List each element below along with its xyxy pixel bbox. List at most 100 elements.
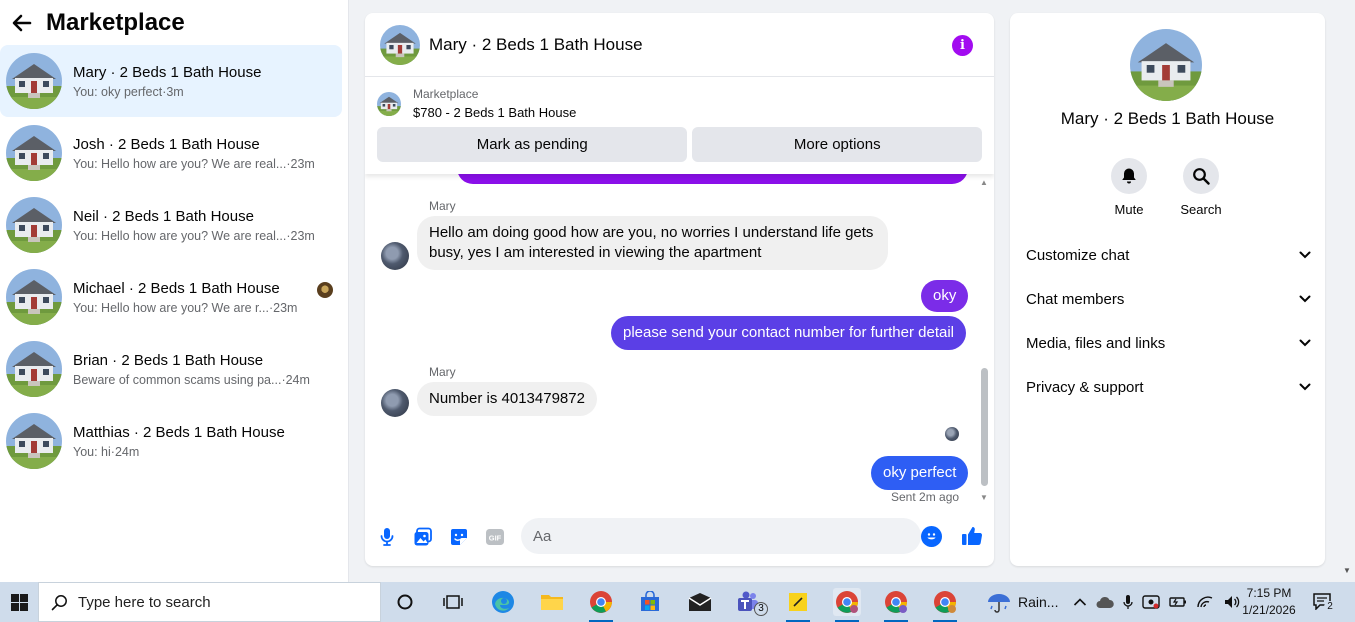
conversation-item[interactable]: Matthias · 2 Beds 1 Bath House You: hi ·2…: [0, 405, 342, 477]
message-composer: GIF: [365, 517, 994, 557]
conversation-item[interactable]: Josh · 2 Beds 1 Bath House You: Hello ho…: [0, 117, 342, 189]
house-avatar: [6, 341, 62, 397]
conversation-time: ·23m: [286, 156, 315, 171]
sticky-notes-icon[interactable]: [784, 588, 812, 622]
battery-icon[interactable]: [1169, 595, 1187, 609]
chrome-profile-icon[interactable]: [882, 588, 910, 622]
file-explorer-icon[interactable]: [538, 588, 566, 616]
security-camera-icon[interactable]: [1142, 594, 1160, 610]
cortana-icon[interactable]: [391, 588, 419, 616]
listing-price-title[interactable]: $780 - 2 Beds 1 Bath House: [413, 105, 576, 120]
conversation-item[interactable]: Neil · 2 Beds 1 Bath House You: Hello ho…: [0, 189, 342, 261]
conversation-time: ·23m: [268, 300, 298, 315]
scroll-down-arrow-icon[interactable]: ▼: [980, 493, 988, 502]
thumbs-up-icon[interactable]: [961, 525, 983, 552]
previous-message-bubble: [457, 174, 968, 184]
mute-label: Mute: [1114, 202, 1144, 217]
chevron-down-icon: [1299, 339, 1311, 347]
house-avatar: [6, 413, 62, 469]
chevron-up-icon[interactable]: [1073, 597, 1087, 607]
house-avatar: [6, 53, 62, 109]
edge-browser-icon[interactable]: [489, 588, 517, 616]
notification-center[interactable]: 2: [1312, 592, 1336, 613]
search-label: Search: [1180, 202, 1222, 217]
microphone-icon[interactable]: [377, 527, 397, 547]
chat-title[interactable]: Mary · 2 Beds 1 Bath House: [429, 35, 643, 55]
seen-avatar: [945, 427, 959, 441]
task-view-icon[interactable]: [439, 588, 467, 616]
customize-chat-section[interactable]: Customize chat: [1026, 240, 1311, 270]
chat-panel: Mary · 2 Beds 1 Bath House i Marketplace…: [365, 13, 994, 566]
conversation-preview: You: Hello how are you? We are real...: [73, 228, 287, 243]
sender-name: Mary: [429, 199, 456, 213]
scroll-up-arrow-icon[interactable]: ▲: [980, 178, 988, 187]
conversation-item[interactable]: Brian · 2 Beds 1 Bath House Beware of co…: [0, 333, 342, 405]
chat-members-section[interactable]: Chat members: [1026, 284, 1311, 314]
conversation-name: Mary · 2 Beds 1 Bath House: [73, 63, 262, 81]
scroll-thumb[interactable]: [981, 368, 988, 486]
more-options-button[interactable]: More options: [692, 127, 982, 162]
sent-status: Sent 2m ago: [891, 490, 960, 504]
conversation-item[interactable]: Mary · 2 Beds 1 Bath House You: oky perf…: [0, 45, 342, 117]
gif-icon[interactable]: GIF: [485, 527, 505, 547]
system-tray: [1073, 582, 1241, 622]
sender-name: Mary: [429, 365, 456, 379]
chrome-icon[interactable]: [587, 588, 615, 622]
sidebar-title: Marketplace: [46, 9, 185, 36]
info-icon[interactable]: i: [952, 35, 973, 56]
contact-avatar[interactable]: [381, 242, 409, 270]
conversation-sidebar: Marketplace Mary · 2 Beds 1 Bath House Y…: [0, 0, 349, 582]
wifi-icon[interactable]: [1196, 595, 1214, 609]
conversation-name: Josh · 2 Beds 1 Bath House: [73, 135, 260, 153]
bell-icon: [1122, 168, 1136, 184]
conversation-time: ·3m: [162, 84, 184, 99]
message-scrollbar[interactable]: ▲ ▼: [980, 178, 988, 502]
microsoft-store-icon[interactable]: [636, 588, 664, 616]
search-icon: [1193, 168, 1210, 185]
chat-header: Mary · 2 Beds 1 Bath House i: [365, 13, 994, 77]
house-avatar[interactable]: [380, 25, 420, 65]
back-arrow-icon[interactable]: [10, 11, 34, 35]
mute-button[interactable]: Mute: [1099, 158, 1159, 217]
conversation-item[interactable]: Michael · 2 Beds 1 Bath House You: Hello…: [0, 261, 342, 333]
onedrive-icon[interactable]: [1096, 595, 1114, 609]
microphone-icon[interactable]: [1123, 594, 1133, 610]
outgoing-message: oky perfect: [871, 456, 969, 490]
chrome-profile-icon[interactable]: [931, 588, 959, 622]
conversation-time: ·23m: [286, 228, 315, 243]
mark-pending-button[interactable]: Mark as pending: [377, 127, 688, 162]
privacy-support-section[interactable]: Privacy & support: [1026, 372, 1311, 402]
listing-thumbnail[interactable]: [377, 92, 401, 116]
conversation-time: ·24m: [281, 372, 310, 387]
taskbar-clock[interactable]: 7:15 PM 1/21/2026: [1236, 585, 1302, 619]
photo-icon[interactable]: [413, 527, 433, 547]
windows-start-icon[interactable]: [0, 582, 38, 622]
section-label: Chat members: [1026, 290, 1125, 308]
taskbar-search-box[interactable]: Type here to search: [38, 582, 381, 622]
clock-date: 1/21/2026: [1242, 603, 1296, 617]
outgoing-message: oky: [921, 280, 969, 312]
message-input[interactable]: [521, 518, 921, 554]
emoji-icon[interactable]: [921, 526, 942, 547]
section-label: Privacy & support: [1026, 378, 1144, 396]
mail-icon[interactable]: [686, 588, 714, 616]
conversation-preview: Beware of common scams using pa...: [73, 372, 282, 387]
weather-widget[interactable]: Rain...: [986, 582, 1058, 622]
chrome-profile-icon[interactable]: [833, 588, 861, 622]
teams-icon[interactable]: 3: [734, 588, 768, 616]
page-scroll-down-arrow-icon[interactable]: ▼: [1343, 566, 1351, 575]
search-button[interactable]: Search: [1171, 158, 1231, 217]
umbrella-rain-icon: [988, 594, 1010, 613]
conversation-preview: You: Hello how are you? We are r...: [73, 300, 269, 315]
conversation-preview: You: Hello how are you? We are real...: [73, 156, 287, 171]
incoming-message: Hello am doing good how are you, no worr…: [417, 216, 888, 270]
teams-badge: 3: [754, 602, 768, 616]
sticker-icon[interactable]: [449, 527, 469, 547]
contact-avatar[interactable]: [381, 389, 409, 417]
media-files-section[interactable]: Media, files and links: [1026, 328, 1311, 358]
house-avatar[interactable]: [1130, 29, 1202, 101]
chevron-down-icon: [1299, 383, 1311, 391]
conversation-name: Michael · 2 Beds 1 Bath House: [73, 279, 280, 297]
sidebar-header: Marketplace: [0, 0, 348, 46]
windows-taskbar: Type here to search 3 Rain... 7:15 PM 1/…: [0, 582, 1355, 622]
